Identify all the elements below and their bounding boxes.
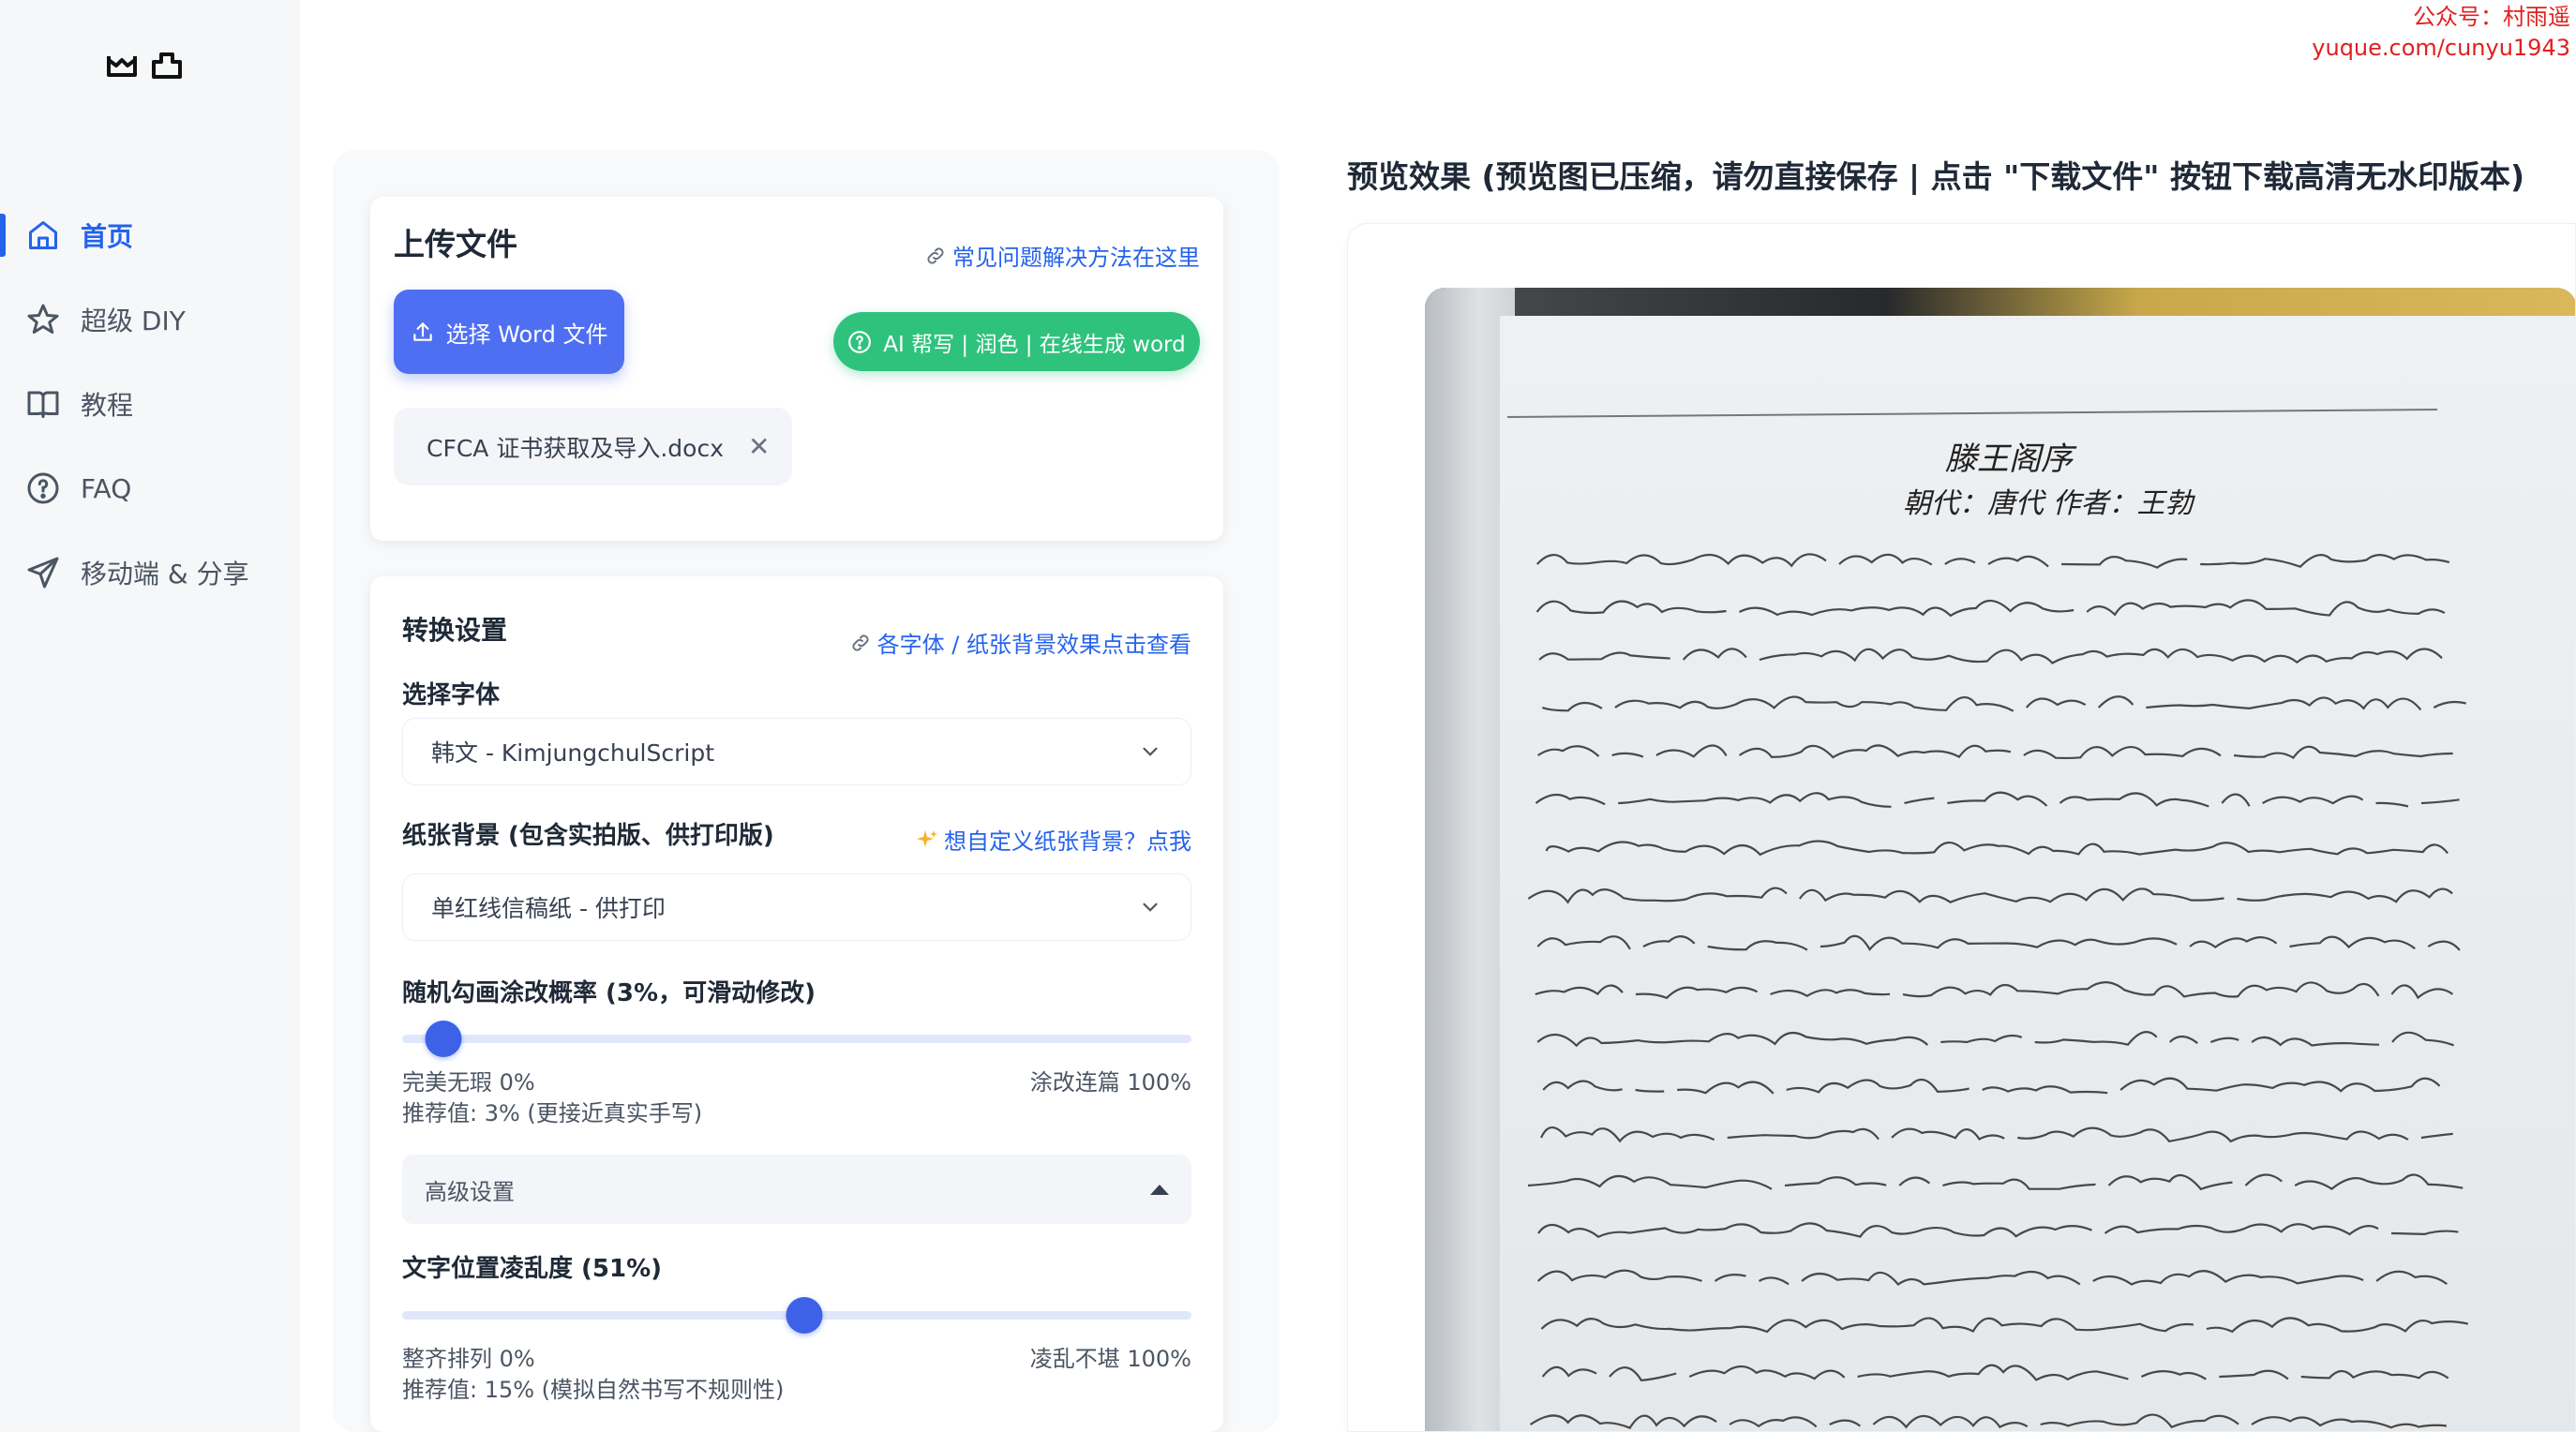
sidebar-item-home[interactable]: 首页 <box>0 193 300 277</box>
handwriting-line <box>1529 1413 2448 1430</box>
watermark-line-2: yuque.com/cunyu1943 <box>2312 35 2570 61</box>
upload-card: 上传文件 常见问题解决方法在这里 选择 Word 文件 AI 帮写 | 润色 |… <box>370 197 1223 541</box>
handwriting-line <box>1538 648 2443 664</box>
faq-link[interactable]: 常见问题解决方法在这里 <box>924 239 1200 272</box>
font-select[interactable]: 韩文 - KimjungchulScript <box>402 718 1191 785</box>
sidebar-item-label: 移动端 & 分享 <box>81 559 249 589</box>
preview-panel: 滕王阁序 朝代：唐代 作者：王勃 <box>1347 223 2576 1432</box>
sidebar-item-faq[interactable]: FAQ <box>0 446 300 530</box>
handwritten-title: 滕王阁序 <box>1945 440 2073 478</box>
help-circle-icon <box>848 330 872 353</box>
remove-file-icon[interactable]: ✕ <box>748 431 770 462</box>
watermark: 公众号：村雨遥 yuque.com/cunyu1943 <box>2312 2 2570 64</box>
chevron-down-icon <box>1143 902 1158 912</box>
sidebar-item-tutorial[interactable]: 教程 <box>0 362 300 446</box>
sidebar-item-mobile-share[interactable]: 移动端 & 分享 <box>0 530 300 615</box>
handwriting-line <box>1537 1032 2466 1046</box>
paper-select-value: 单红线信稿纸 - 供打印 <box>431 895 666 922</box>
font-label: 选择字体 <box>402 681 501 709</box>
chevron-down-icon <box>1143 747 1158 756</box>
sidebar-item-label: FAQ <box>81 472 132 504</box>
help-circle-icon <box>24 470 62 507</box>
uploaded-file-chip: CFCA 证书获取及导入.docx ✕ <box>394 408 792 485</box>
ai-write-label: AI 帮写 | 润色 | 在线生成 word <box>883 332 1186 357</box>
settings-card-title: 转换设置 <box>402 615 508 646</box>
sparkle-icon <box>917 829 937 847</box>
handwriting-line <box>1535 791 2460 808</box>
sidebar-item-label: 首页 <box>81 221 134 252</box>
advanced-settings-label: 高级设置 <box>425 1178 515 1205</box>
position-slider-thumb[interactable] <box>786 1297 823 1334</box>
header-rule <box>1506 409 2438 418</box>
position-label: 文字位置凌乱度 (51%) <box>402 1255 663 1283</box>
handwritten-subtitle: 朝代：唐代 作者：王勃 <box>1903 487 2194 520</box>
custom-paper-label: 想自定义纸张背景？点我 <box>944 828 1191 855</box>
handwriting-line <box>1536 1269 2448 1286</box>
position-recommend: 推荐值: 15% (模拟自然书写不规则性) <box>402 1377 785 1403</box>
scribble-slider[interactable] <box>402 1020 1191 1057</box>
settings-card: 转换设置 各字体 / 纸张背景效果点击查看 选择字体 韩文 - Kimjungc… <box>370 576 1223 1432</box>
paper-label: 纸张背景 (包含实拍版、供打印版) <box>402 822 774 850</box>
logo-glyph-left-icon <box>107 56 137 77</box>
font-select-value: 韩文 - KimjungchulScript <box>431 739 715 767</box>
handwriting-line <box>1540 1126 2453 1143</box>
handwriting-line <box>1543 1079 2452 1094</box>
sidebar-item-super-diy[interactable]: 超级 DIY <box>0 277 300 362</box>
preview-image: 滕王阁序 朝代：唐代 作者：王勃 <box>1425 288 2575 1431</box>
link-icon <box>927 246 944 264</box>
home-icon <box>24 216 62 254</box>
upload-icon <box>412 322 432 341</box>
position-min-label: 整齐排列 0% <box>402 1346 535 1372</box>
preview-title: 预览效果 (预览图已压缩，请勿直接保存 | 点击 "下载文件" 按钮下载高清无水… <box>1347 158 2525 195</box>
star-icon <box>24 301 62 338</box>
app-logo[interactable] <box>103 47 186 84</box>
select-word-file-label: 选择 Word 文件 <box>445 321 608 348</box>
handwriting-line <box>1536 934 2461 952</box>
handwriting-line <box>1540 1317 2469 1334</box>
sidebar-item-label: 超级 DIY <box>81 306 186 336</box>
handwriting-line <box>1536 553 2450 569</box>
handwriting-line <box>1542 696 2479 710</box>
scribble-max-label: 涂改连篇 100% <box>1029 1069 1191 1096</box>
handwriting-line <box>1535 982 2466 998</box>
effects-preview-link[interactable]: 各字体 / 纸张背景效果点击查看 <box>849 626 1191 659</box>
position-max-label: 凌乱不堪 100% <box>1029 1346 1191 1372</box>
watermark-line-1: 公众号：村雨遥 <box>2413 4 2570 30</box>
scribble-slider-track <box>402 1035 1191 1043</box>
position-slider[interactable] <box>402 1296 1191 1334</box>
handwriting-line <box>1537 1222 2459 1238</box>
handwriting-line <box>1541 1364 2449 1382</box>
handwriting-line <box>1545 840 2449 857</box>
link-icon <box>852 634 869 651</box>
custom-paper-link[interactable]: 想自定义纸张背景？点我 <box>916 823 1191 856</box>
ai-write-button[interactable]: AI 帮写 | 润色 | 在线生成 word <box>833 312 1200 371</box>
paper-select[interactable]: 单红线信稿纸 - 供打印 <box>402 873 1191 941</box>
handwriting-line <box>1528 888 2465 902</box>
scribble-label: 随机勾画涂改概率 (3%，可滑动修改) <box>402 979 816 1007</box>
handwriting-line <box>1538 745 2466 757</box>
scribble-slider-thumb[interactable] <box>425 1021 462 1057</box>
handwriting-line <box>1527 1173 2464 1191</box>
sidebar-nav: 首页 超级 DIY 教程 FAQ 移动端 & 分享 <box>0 193 300 615</box>
uploaded-file-name: CFCA 证书获取及导入.docx <box>427 434 724 462</box>
handwriting-line <box>1537 600 2458 615</box>
effects-preview-label: 各字体 / 纸张背景效果点击查看 <box>876 632 1191 658</box>
send-icon <box>24 554 62 591</box>
sidebar: 首页 超级 DIY 教程 FAQ 移动端 & 分享 <box>0 0 300 1432</box>
faq-link-label: 常见问题解决方法在这里 <box>952 245 1200 271</box>
photo-background-top <box>1425 288 2575 318</box>
handwritten-page: 滕王阁序 朝代：唐代 作者：王勃 <box>1500 316 2575 1431</box>
upload-card-title: 上传文件 <box>394 226 517 262</box>
advanced-settings-toggle[interactable]: 高级设置 <box>402 1155 1191 1224</box>
select-word-file-button[interactable]: 选择 Word 文件 <box>394 290 624 374</box>
collapse-triangle-icon <box>1150 1184 1169 1195</box>
scribble-recommend: 推荐值: 3% (更接近真实手写) <box>402 1100 703 1126</box>
logo-glyph-right-icon <box>152 52 182 79</box>
sidebar-item-label: 教程 <box>81 390 134 421</box>
scribble-min-label: 完美无瑕 0% <box>402 1069 535 1096</box>
book-icon <box>24 385 62 423</box>
